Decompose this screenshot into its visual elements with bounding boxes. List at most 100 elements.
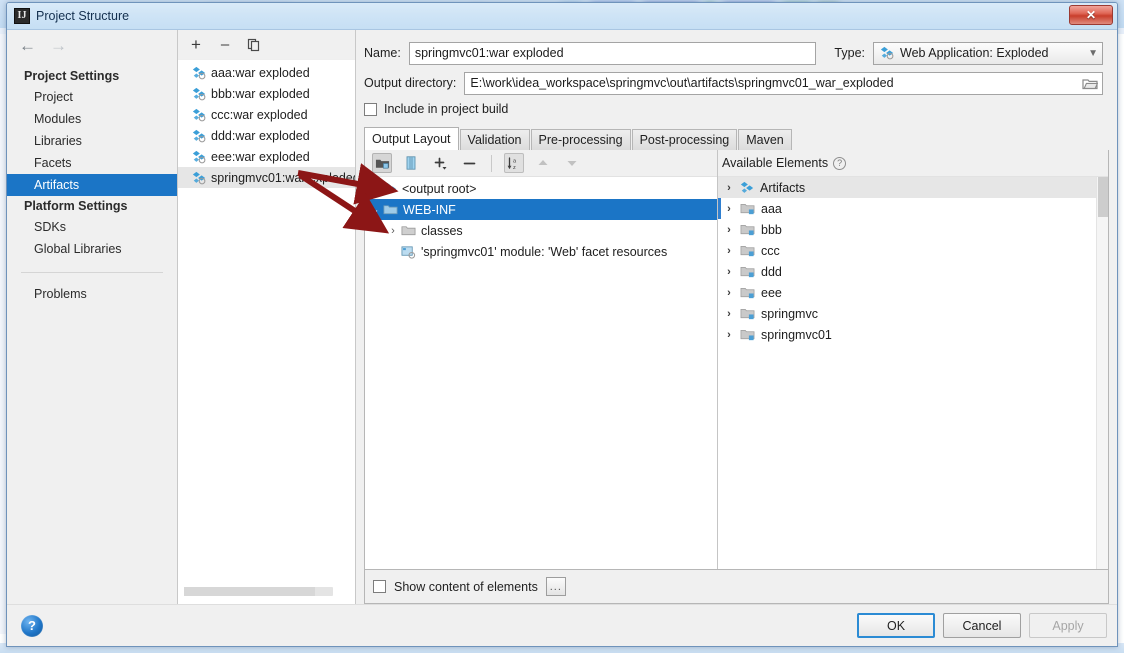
tree-twisty-expanded[interactable]: ⌄ [367,203,383,216]
cancel-button[interactable]: Cancel [943,613,1021,638]
tree-row[interactable]: <output root> [365,178,717,199]
expand-icon[interactable]: › [718,329,740,341]
output-tree-panel: a z <output root> ⌄ WEB-INF › classes 's… [365,150,718,569]
remove-artifact-button[interactable] [217,37,233,53]
ok-button[interactable]: OK [857,613,935,638]
sidebar-item-sdks[interactable]: SDKs [7,216,177,238]
move-up-button[interactable] [533,153,553,173]
artifact-icon [880,46,894,60]
tab-post-processing[interactable]: Post-processing [631,129,738,150]
list-item-label: springmvc [761,306,818,321]
expand-icon[interactable]: › [718,308,740,320]
list-item-selected[interactable]: springmvc01:war exploded [178,167,355,188]
sidebar-item-modules[interactable]: Modules [7,108,177,130]
tab-validation[interactable]: Validation [459,129,530,150]
intellij-idea-icon: IJ [14,8,30,24]
folder-browse-icon[interactable] [1081,75,1099,92]
add-artifact-button[interactable] [188,37,204,53]
tree-row[interactable]: › classes [365,220,717,241]
help-button[interactable]: ? [21,614,43,637]
artifacts-toolbar [178,30,355,60]
dialog-title: Project Structure [36,9,130,23]
tree-twisty-collapsed[interactable]: › [385,225,401,237]
close-icon[interactable]: ✕ [1069,5,1113,25]
move-down-button[interactable] [562,153,582,173]
tab-maven[interactable]: Maven [738,129,792,150]
sidebar-item-artifacts[interactable]: Artifacts [7,174,177,196]
module-icon [740,265,755,279]
expand-icon[interactable]: › [718,182,740,194]
tree-row[interactable]: 'springmvc01' module: 'Web' facet resour… [365,241,717,262]
expand-icon[interactable]: › [718,245,740,257]
list-item[interactable]: › ccc [718,240,1108,261]
output-directory-label: Output directory: [364,76,457,90]
sidebar-item-project[interactable]: Project [7,86,177,108]
settings-nav-list: Project Settings Project Modules Librari… [7,60,177,305]
nav-group-project-settings: Project Settings [24,69,120,83]
list-item[interactable]: › aaa [718,198,1108,219]
module-icon [740,202,755,216]
list-item[interactable]: › Artifacts [718,177,1108,198]
sidebar-item-facets[interactable]: Facets [7,152,177,174]
copy-artifact-button[interactable] [246,37,262,53]
navigation-history-bar: ← → [7,30,177,60]
name-input[interactable]: springmvc01:war exploded [408,41,817,65]
toolbar-divider [491,154,492,172]
artifact-icon [740,181,754,195]
module-icon [740,286,755,300]
module-icon [740,307,755,321]
sidebar-item-global-libraries[interactable]: Global Libraries [7,238,177,260]
artifact-icon [192,150,206,164]
output-directory-row: Output directory: E:\work\idea_workspace… [356,68,1117,98]
tab-pre-processing[interactable]: Pre-processing [530,129,631,150]
type-select[interactable]: Web Application: Exploded ▼ [873,41,1103,65]
list-item-label: aaa [761,201,782,216]
sidebar-item-libraries[interactable]: Libraries [7,130,177,152]
list-item[interactable]: ddd:war exploded [178,125,355,146]
expand-icon[interactable]: › [718,287,740,299]
artifacts-list-pane: aaa:war exploded bbb:war exploded ccc:wa… [178,30,356,604]
tab-output-layout[interactable]: Output Layout [364,127,459,150]
artifact-icon [192,87,206,101]
show-content-checkbox[interactable] [373,580,386,593]
arrow-left-icon[interactable]: ← [19,37,36,54]
list-item[interactable]: › springmvc01 [718,324,1108,345]
available-elements-header: Available Elements ? [718,150,1108,177]
tree-row-selected[interactable]: ⌄ WEB-INF [365,199,717,220]
list-item[interactable]: eee:war exploded [178,146,355,167]
sort-az-button[interactable]: a z [504,153,524,173]
sidebar-item-problems[interactable]: Problems [7,283,177,305]
list-item-label: aaa:war exploded [211,65,310,80]
list-item[interactable]: › bbb [718,219,1108,240]
output-directory-input[interactable]: E:\work\idea_workspace\springmvc\out\art… [464,71,1103,95]
list-item[interactable]: aaa:war exploded [178,62,355,83]
tree-row-label: 'springmvc01' module: 'Web' facet resour… [421,244,668,259]
more-options-button[interactable]: ... [545,577,566,596]
add-copy-button[interactable] [430,153,450,173]
include-in-build-checkbox[interactable] [364,102,377,116]
list-item[interactable]: › ddd [718,261,1108,282]
create-archive-button[interactable] [401,153,421,173]
available-elements-scrollbar[interactable] [1096,177,1108,569]
list-item-label: eee:war exploded [211,149,310,164]
list-item[interactable]: bbb:war exploded [178,83,355,104]
list-item[interactable]: › eee [718,282,1108,303]
output-root-tree: <output root> ⌄ WEB-INF › classes 'sprin… [365,177,717,569]
output-layout-toolbar: a z [365,150,717,177]
scrollbar-thumb[interactable] [184,587,316,596]
include-in-build-label: Include in project build [384,102,509,116]
arrow-right-icon[interactable]: → [50,37,67,54]
artifacts-horizontal-scrollbar[interactable] [184,587,333,596]
expand-icon[interactable]: › [718,224,740,236]
remove-button[interactable] [459,153,479,173]
expand-icon[interactable]: › [718,266,740,278]
svg-text:z: z [513,165,516,171]
help-icon[interactable]: ? [833,156,847,170]
expand-icon[interactable]: › [718,203,740,215]
list-item[interactable]: › springmvc [718,303,1108,324]
list-item[interactable]: ccc:war exploded [178,104,355,125]
scrollbar-thumb[interactable] [1098,177,1108,217]
apply-button[interactable]: Apply [1029,613,1107,638]
create-directory-button[interactable] [372,153,392,173]
facet-resources-icon [401,245,416,259]
